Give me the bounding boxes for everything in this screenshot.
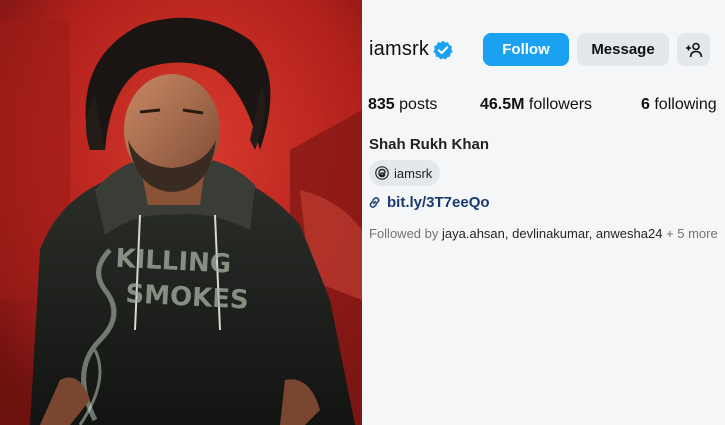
verified-badge-icon	[433, 40, 453, 60]
profile-full-name: Shah Rukh Khan	[369, 136, 490, 153]
profile-photo[interactable]: KILLING SMOKES	[0, 0, 362, 425]
follow-button[interactable]: Follow	[483, 33, 569, 66]
posts-label: posts	[399, 96, 438, 113]
profile-photo-image: KILLING SMOKES	[0, 0, 362, 425]
following-stat[interactable]: 6 following	[641, 96, 717, 114]
profile-username: iamsrk	[369, 38, 430, 60]
profile-link[interactable]: bit.ly/3T7eeQo	[368, 194, 490, 211]
following-count: 6	[641, 96, 650, 113]
followers-label: followers	[528, 96, 593, 113]
suggest-users-button[interactable]	[677, 33, 710, 66]
posts-stat: 835 posts	[368, 96, 437, 114]
shirt-print-line1: KILLING	[115, 244, 232, 280]
threads-icon	[375, 166, 389, 180]
profile-link-text: bit.ly/3T7eeQo	[387, 194, 490, 211]
followed-by-more: + 5 more	[666, 226, 718, 241]
add-user-icon	[685, 42, 702, 57]
message-button[interactable]: Message	[577, 33, 669, 66]
followed-by-names: jaya.ahsan, devlinakumar, anwesha24	[442, 226, 663, 241]
threads-handle: iamsrk	[394, 165, 433, 181]
profile-info-panel: iamsrk Follow Message 835 posts 46.5M fo…	[362, 0, 725, 425]
following-label: following	[654, 96, 717, 113]
followers-stat[interactable]: 46.5M followers	[480, 96, 592, 114]
followed-by-text[interactable]: Followed by jaya.ahsan, devlinakumar, an…	[369, 226, 718, 241]
link-icon	[369, 197, 380, 208]
posts-count: 835	[368, 96, 395, 113]
threads-badge[interactable]: iamsrk	[369, 160, 441, 186]
followed-by-prefix: Followed by	[369, 226, 439, 241]
followers-count: 46.5M	[480, 96, 525, 113]
